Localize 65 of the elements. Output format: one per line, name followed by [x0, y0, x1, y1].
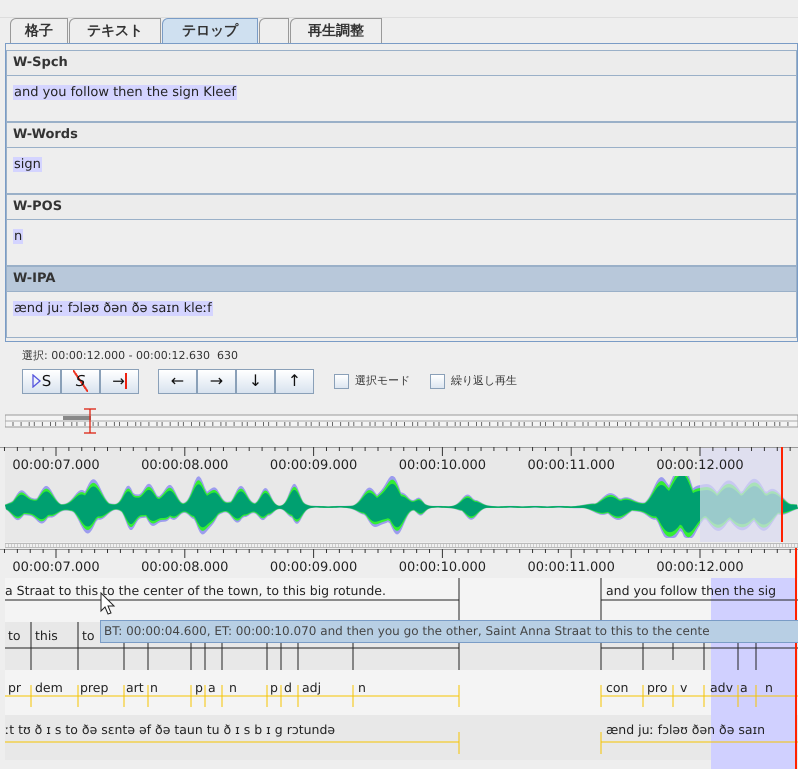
annotation-text: prep [80, 680, 108, 696]
time-label: 00:00:10.000 [398, 559, 488, 577]
annotation-text: art [126, 680, 144, 696]
time-label: 00:00:09.000 [268, 457, 358, 475]
annotation-text: a [740, 680, 748, 696]
subtitle-text: ænd juː fɔləʊ ðən ðə saɪn kleːf [13, 301, 213, 316]
annotation-text: n [150, 680, 158, 696]
time-label: 00:00:12.000 [655, 457, 745, 475]
annotation-text: a [208, 680, 216, 696]
annotation-text: pro [647, 680, 668, 696]
position-marker-icon [82, 408, 98, 434]
annotation-text: dem [35, 680, 63, 696]
tier-header: W-POS [6, 194, 797, 220]
annotation-text: p [270, 680, 278, 696]
play-selection-button[interactable]: S [22, 368, 61, 394]
time-label: 00:00:12.000 [655, 559, 745, 577]
annotation-text: con [606, 680, 628, 696]
annotation-text: p [195, 680, 203, 696]
tab[interactable] [259, 18, 289, 43]
tier-header: W-Words [6, 122, 797, 148]
tier-header: W-IPA [6, 266, 797, 292]
tab[interactable]: テロップ [162, 18, 258, 43]
checkbox-label: 選択モード [355, 372, 410, 389]
annotation-text: a Straat to this to the center of the town, to this big rotunde. [5, 583, 386, 599]
annotation-text: to [8, 628, 21, 644]
annotation-text: adj [302, 680, 322, 696]
selection-info: 選択: 00:00:12.000 - 00:00:12.630 630 [22, 348, 239, 364]
annotation-text: n [229, 680, 237, 696]
time-label: 00:00:11.000 [526, 457, 616, 475]
to-end-button[interactable]: → [100, 368, 139, 394]
annotation-text: adv [710, 680, 733, 696]
time-label: 00:00:07.000 [11, 559, 101, 577]
annotation-text: pr [8, 680, 22, 696]
tier-header: W-Spch [6, 50, 797, 76]
annotation-text: ːt tʊ ð ɪ s to ðə sɛntə əf ðə taun tu ð ɪ s b ɪ g rɔtundə [5, 722, 336, 738]
checkbox-label: 繰り返し再生 [451, 372, 517, 389]
tab[interactable]: 格子 [10, 18, 68, 43]
annotation-text: v [680, 680, 688, 696]
time-label: 00:00:07.000 [11, 457, 101, 475]
time-label: 00:00:08.000 [140, 559, 230, 577]
time-label: 00:00:11.000 [526, 559, 616, 577]
tab[interactable]: テキスト [69, 18, 161, 43]
subtitle-text: and you follow then the sign Kleef [13, 85, 237, 100]
time-label: 00:00:09.000 [268, 559, 358, 577]
time-label: 00:00:08.000 [140, 457, 230, 475]
annotation-text: ænd juː fɔləʊ ðən ðə saɪn [606, 722, 766, 738]
checkbox[interactable] [334, 374, 349, 388]
annotation-text: n [765, 680, 773, 696]
annotation-text: this [35, 628, 58, 644]
annotation-text: to [82, 628, 95, 644]
time-label: 00:00:10.000 [398, 457, 488, 475]
annotation-text: n [358, 680, 366, 696]
annotation-text: and you follow then the sig [606, 583, 776, 599]
arrow-button[interactable]: ↑ [275, 368, 314, 394]
play-icon [32, 374, 41, 388]
arrow-button[interactable]: → [197, 368, 236, 394]
tab[interactable]: 再生調整 [290, 18, 382, 43]
annotation-text: d [284, 680, 292, 696]
tooltip: BT: 00:00:04.600, ET: 00:00:10.070 and then you go the other, Saint Anna Straat to this to the cente [100, 620, 798, 643]
subtitle-text: n [13, 229, 24, 244]
arrow-button[interactable]: ← [158, 368, 197, 394]
end-marker-icon [124, 373, 127, 389]
checkbox[interactable] [430, 374, 445, 388]
arrow-button[interactable]: ↓ [236, 368, 275, 394]
subtitle-text: sign [13, 157, 42, 172]
